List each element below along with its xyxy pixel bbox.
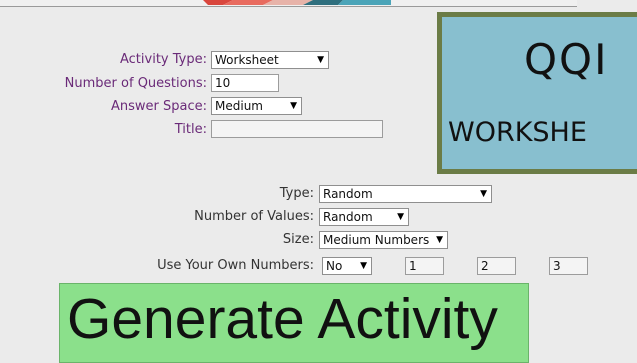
chevron-down-icon: ▼ bbox=[360, 261, 367, 271]
answer-space-value: Medium bbox=[215, 99, 263, 113]
preview-title: QQI bbox=[524, 35, 609, 84]
number-of-questions-label: Number of Questions: bbox=[64, 76, 207, 91]
activity-type-select[interactable]: Worksheet ▼ bbox=[211, 51, 329, 69]
use-own-numbers-select[interactable]: No ▼ bbox=[322, 257, 372, 275]
generate-activity-button[interactable]: Generate Activity bbox=[59, 283, 529, 363]
own-number-input-2[interactable]: 2 bbox=[477, 257, 516, 275]
own-number-input-3[interactable]: 3 bbox=[549, 257, 588, 275]
banner-strip bbox=[0, 0, 577, 7]
banner-art bbox=[203, 0, 391, 5]
type-label: Type: bbox=[279, 186, 314, 201]
size-value: Medium Numbers bbox=[323, 233, 430, 247]
title-input[interactable] bbox=[211, 120, 383, 138]
chevron-down-icon: ▼ bbox=[397, 212, 404, 222]
number-of-values-select[interactable]: Random ▼ bbox=[319, 208, 409, 226]
title-label: Title: bbox=[174, 122, 207, 137]
preview-subtitle: WORKSHE bbox=[448, 117, 587, 148]
size-label: Size: bbox=[282, 232, 314, 247]
number-of-values-label: Number of Values: bbox=[194, 209, 314, 224]
own-number-input-1[interactable]: 1 bbox=[405, 257, 444, 275]
size-select[interactable]: Medium Numbers ▼ bbox=[319, 231, 448, 249]
worksheet-preview: QQI WORKSHE bbox=[437, 12, 637, 174]
type-value: Random bbox=[323, 187, 373, 201]
activity-type-label: Activity Type: bbox=[120, 52, 207, 67]
answer-space-label: Answer Space: bbox=[110, 99, 207, 114]
number-of-questions-input[interactable]: 10 bbox=[211, 74, 279, 92]
answer-space-select[interactable]: Medium ▼ bbox=[211, 97, 302, 115]
number-of-values-value: Random bbox=[323, 210, 373, 224]
chevron-down-icon: ▼ bbox=[480, 189, 487, 199]
type-select[interactable]: Random ▼ bbox=[319, 185, 492, 203]
chevron-down-icon: ▼ bbox=[290, 101, 297, 111]
chevron-down-icon: ▼ bbox=[317, 55, 324, 65]
activity-type-value: Worksheet bbox=[215, 53, 279, 67]
use-own-numbers-value: No bbox=[326, 259, 343, 273]
use-own-numbers-label: Use Your Own Numbers: bbox=[157, 258, 314, 273]
chevron-down-icon: ▼ bbox=[436, 235, 443, 245]
